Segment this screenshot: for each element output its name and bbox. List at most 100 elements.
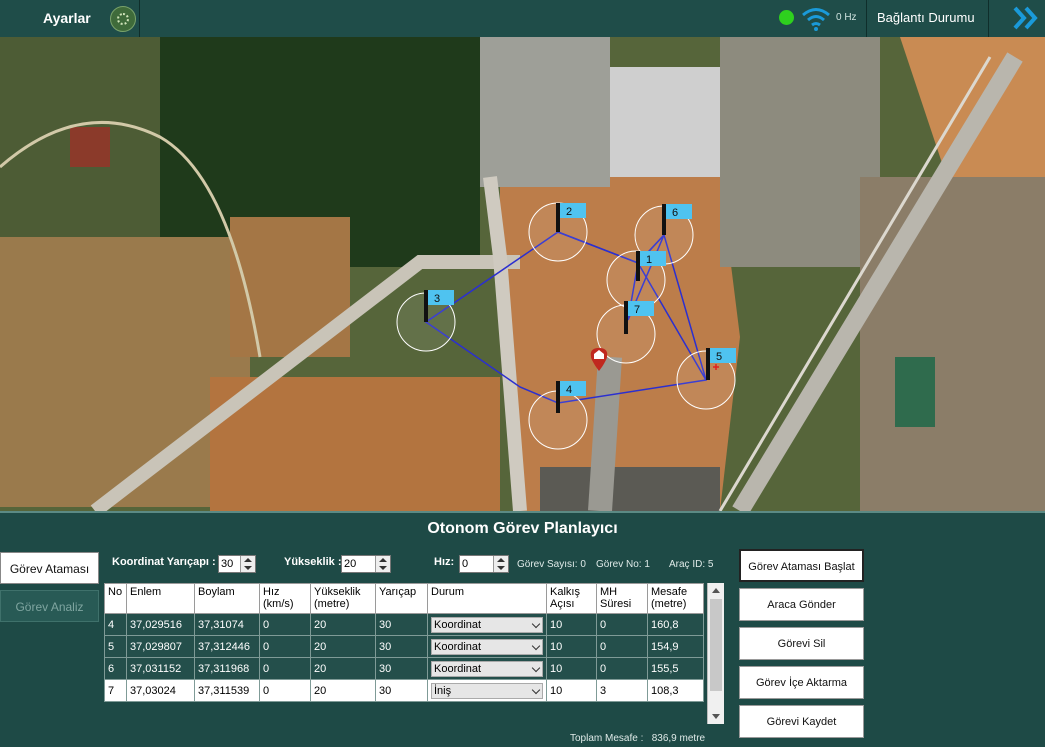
cell-lon[interactable]: 37,31074 bbox=[194, 613, 260, 636]
cell-speed[interactable]: 0 bbox=[259, 657, 311, 680]
column-header[interactable]: Enlem bbox=[126, 583, 195, 614]
map-canvas[interactable]: 2 6 1 3 7 5 4 bbox=[0, 37, 1045, 511]
scrollbar-thumb[interactable] bbox=[710, 599, 722, 691]
cell-altitude[interactable]: 20 bbox=[310, 679, 376, 702]
vehicle-id: Araç ID: 5 bbox=[669, 559, 714, 570]
status-dropdown[interactable]: Koordinat bbox=[431, 660, 543, 677]
altitude-stepper[interactable]: 20 bbox=[341, 555, 391, 573]
cell-no[interactable]: 5 bbox=[104, 635, 127, 658]
gear-icon[interactable] bbox=[110, 6, 136, 32]
import-task-button[interactable]: Görev İçe Aktarma bbox=[739, 666, 864, 699]
send-to-vehicle-button[interactable]: Araca Gönder bbox=[739, 588, 864, 621]
tab-gorev-atamasi[interactable]: Görev Ataması bbox=[0, 552, 99, 584]
cell-status[interactable]: İniş bbox=[427, 679, 547, 702]
table-scrollbar[interactable] bbox=[707, 583, 724, 724]
table-row-selected[interactable]: 7 37,03024 37,311539 0 20 30 İniş 10 3 1… bbox=[104, 679, 704, 702]
start-task-assignment-button[interactable]: Görev Ataması Başlat bbox=[739, 549, 864, 582]
cell-no[interactable]: 4 bbox=[104, 613, 127, 636]
cell-takeoff[interactable]: 10 bbox=[546, 657, 597, 680]
speed-label: Hız: bbox=[434, 556, 455, 568]
cell-takeoff[interactable]: 10 bbox=[546, 613, 597, 636]
cell-distance[interactable]: 154,9 bbox=[647, 635, 704, 658]
status-dropdown[interactable]: Koordinat bbox=[431, 616, 543, 633]
waypoint-marker[interactable]: 1 bbox=[606, 250, 666, 310]
tab-gorev-analiz[interactable]: Görev Analiz bbox=[0, 590, 99, 622]
wifi-icon bbox=[802, 8, 830, 31]
cell-mh[interactable]: 3 bbox=[596, 679, 648, 702]
satellite-map[interactable]: 2 6 1 3 7 5 4 bbox=[0, 37, 1045, 511]
cell-takeoff[interactable]: 10 bbox=[546, 679, 597, 702]
waypoint-label: 3 bbox=[434, 293, 440, 305]
cell-altitude[interactable]: 20 bbox=[310, 635, 376, 658]
cell-radius[interactable]: 30 bbox=[375, 679, 428, 702]
stepper-arrows-icon[interactable] bbox=[493, 556, 508, 572]
cell-no[interactable]: 7 bbox=[104, 679, 127, 702]
column-header[interactable]: Kalkış Açısı bbox=[546, 583, 597, 614]
save-task-button[interactable]: Görevi Kaydet bbox=[739, 705, 864, 738]
altitude-value: 20 bbox=[344, 558, 357, 570]
cell-lon[interactable]: 37,312446 bbox=[194, 635, 260, 658]
settings-label[interactable]: Ayarlar bbox=[43, 10, 91, 26]
cell-distance[interactable]: 155,5 bbox=[647, 657, 704, 680]
column-header[interactable]: Mesafe (metre) bbox=[647, 583, 704, 614]
divider bbox=[139, 0, 140, 37]
cell-status[interactable]: Koordinat bbox=[427, 613, 547, 636]
column-header[interactable]: Yarıçap bbox=[375, 583, 428, 614]
cell-altitude[interactable]: 20 bbox=[310, 613, 376, 636]
column-header[interactable]: MH Süresi bbox=[596, 583, 648, 614]
scroll-up-icon[interactable] bbox=[708, 583, 724, 599]
table-row[interactable]: 5 37,029807 37,312446 0 20 30 Koordinat … bbox=[104, 635, 704, 658]
cell-speed[interactable]: 0 bbox=[259, 679, 311, 702]
cell-speed[interactable]: 0 bbox=[259, 635, 311, 658]
scroll-down-icon[interactable] bbox=[708, 708, 724, 724]
cell-speed[interactable]: 0 bbox=[259, 613, 311, 636]
divider bbox=[866, 0, 867, 37]
table-row[interactable]: 4 37,029516 37,31074 0 20 30 Koordinat 1… bbox=[104, 613, 704, 636]
cell-mh[interactable]: 0 bbox=[596, 613, 648, 636]
cell-radius[interactable]: 30 bbox=[375, 657, 428, 680]
cell-lat[interactable]: 37,029807 bbox=[126, 635, 195, 658]
column-header[interactable]: Hız (km/s) bbox=[259, 583, 311, 614]
stepper-arrows-icon[interactable] bbox=[375, 556, 390, 572]
cell-lat[interactable]: 37,029516 bbox=[126, 613, 195, 636]
column-header[interactable]: Yükseklik (metre) bbox=[310, 583, 376, 614]
speed-value: 0 bbox=[462, 558, 469, 570]
speed-stepper[interactable]: 0 bbox=[459, 555, 509, 573]
altitude-label: Yükseklik : bbox=[284, 556, 342, 568]
waypoint-label: 2 bbox=[566, 206, 572, 218]
total-distance-value: 836,9 metre bbox=[651, 733, 706, 744]
cell-takeoff[interactable]: 10 bbox=[546, 635, 597, 658]
waypoint-label: 6 bbox=[672, 207, 678, 219]
cell-mh[interactable]: 0 bbox=[596, 657, 648, 680]
cell-radius[interactable]: 30 bbox=[375, 635, 428, 658]
status-dropdown[interactable]: İniş bbox=[431, 682, 543, 699]
double-chevron-right-icon[interactable] bbox=[1012, 5, 1040, 31]
stepper-arrows-icon[interactable] bbox=[240, 556, 255, 572]
cell-distance[interactable]: 108,3 bbox=[647, 679, 704, 702]
cell-lat[interactable]: 37,03024 bbox=[126, 679, 195, 702]
table-header: No Enlem Boylam Hız (km/s) Yükseklik (me… bbox=[104, 583, 704, 614]
cell-mh[interactable]: 0 bbox=[596, 635, 648, 658]
cell-lon[interactable]: 37,311539 bbox=[194, 679, 260, 702]
table-row[interactable]: 6 37,031152 37,311968 0 20 30 Koordinat … bbox=[104, 657, 704, 680]
waypoint-label: 5 bbox=[716, 351, 722, 363]
connection-status-label[interactable]: Bağlantı Durumu bbox=[877, 10, 975, 25]
column-header[interactable]: No bbox=[104, 583, 127, 614]
cell-lat[interactable]: 37,031152 bbox=[126, 657, 195, 680]
cell-altitude[interactable]: 20 bbox=[310, 657, 376, 680]
mission-table[interactable]: No Enlem Boylam Hız (km/s) Yükseklik (me… bbox=[104, 583, 724, 724]
cell-radius[interactable]: 30 bbox=[375, 613, 428, 636]
cell-status[interactable]: Koordinat bbox=[427, 635, 547, 658]
radius-stepper[interactable]: 30 bbox=[218, 555, 256, 573]
waypoint-marker[interactable]: 2 bbox=[528, 202, 588, 262]
column-header[interactable]: Durum bbox=[427, 583, 547, 614]
cell-distance[interactable]: 160,8 bbox=[647, 613, 704, 636]
cell-status[interactable]: Koordinat bbox=[427, 657, 547, 680]
cell-lon[interactable]: 37,311968 bbox=[194, 657, 260, 680]
cell-no[interactable]: 6 bbox=[104, 657, 127, 680]
column-header[interactable]: Boylam bbox=[194, 583, 260, 614]
panel-title: Otonom Görev Planlayıcı bbox=[0, 511, 1045, 543]
delete-task-button[interactable]: Görevi Sil bbox=[739, 627, 864, 660]
waypoint-label: 7 bbox=[634, 304, 640, 316]
status-dropdown[interactable]: Koordinat bbox=[431, 638, 543, 655]
